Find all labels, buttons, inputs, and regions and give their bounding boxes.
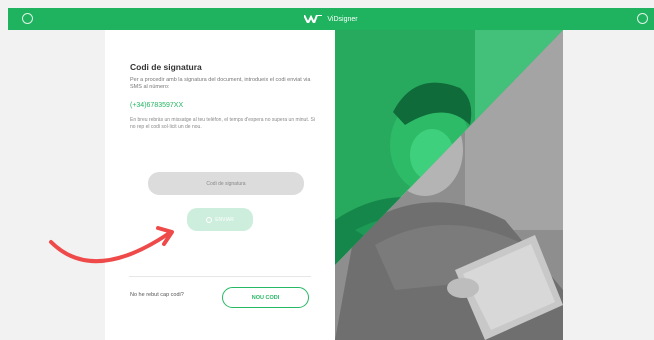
curved-arrow-icon bbox=[49, 226, 174, 264]
vidsigner-logo-icon bbox=[304, 15, 323, 23]
signature-code-input[interactable] bbox=[148, 172, 304, 195]
brand-logo: ViDsigner bbox=[304, 15, 358, 23]
signature-card: Codi de signatura Per a procedir amb la … bbox=[105, 30, 563, 340]
sms-info-text: En breu rebràs un missatge al teu telèfo… bbox=[130, 117, 315, 130]
circle-icon bbox=[206, 216, 213, 223]
brand-name: ViDsigner bbox=[327, 15, 358, 23]
settings-icon[interactable] bbox=[637, 13, 648, 24]
new-code-button[interactable]: NOU CODI bbox=[222, 287, 309, 308]
new-code-label: NOU CODI bbox=[251, 294, 280, 301]
send-button[interactable]: ENVIAR bbox=[187, 208, 253, 231]
form-title: Codi de signatura bbox=[130, 62, 202, 72]
top-bar: ViDsigner bbox=[8, 8, 654, 30]
signature-form: Codi de signatura Per a procedir amb la … bbox=[105, 30, 335, 340]
hero-photo bbox=[335, 30, 563, 340]
settings-icon[interactable] bbox=[22, 13, 33, 24]
form-description: Per a procedir amb la signatura del docu… bbox=[130, 77, 311, 90]
divider bbox=[129, 276, 311, 277]
send-button-label: ENVIAR bbox=[215, 216, 234, 223]
phone-number: (+34)6783597XX bbox=[130, 102, 184, 109]
no-code-text: No he rebut cap codi? bbox=[130, 292, 184, 298]
